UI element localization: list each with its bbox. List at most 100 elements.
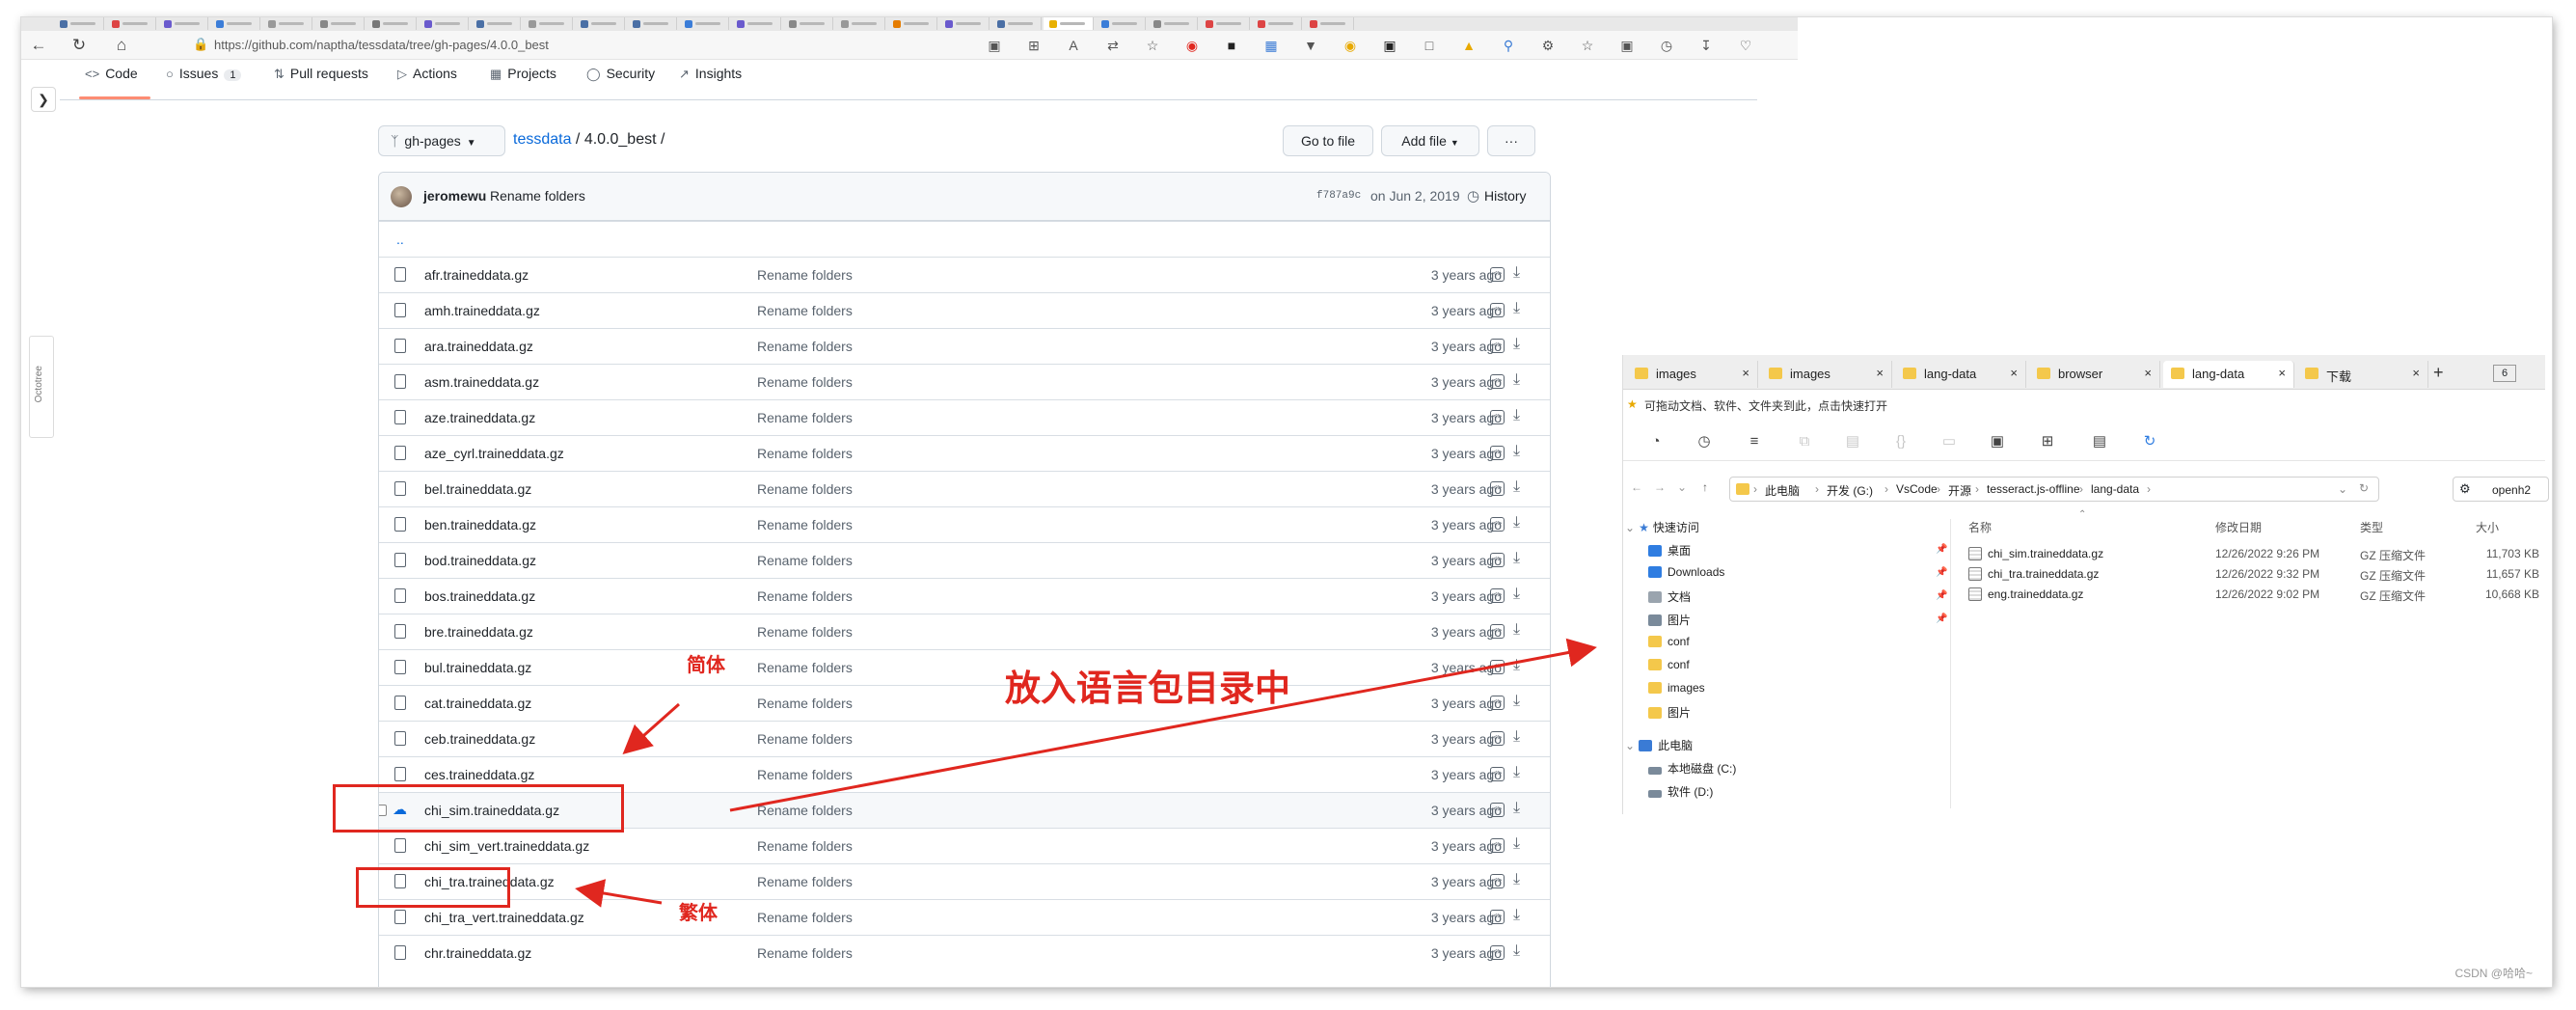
sort-icon: ⌃ [2078,509,2087,520]
chevron-right-icon: › [1937,482,1940,496]
rename-icon[interactable]: {} [1891,432,1911,451]
tab-count-badge[interactable]: 6 [2493,365,2516,382]
folder-icon [1769,368,1782,379]
explorer-tab[interactable]: browser × [2029,361,2160,388]
column-type[interactable]: 类型 [2360,519,2383,535]
folder-icon [1903,368,1916,379]
screenshot-canvas: ← ↻ ⌂ 🔒 https://github.com/naptha/tessda… [21,17,2552,987]
close-icon[interactable]: × [2144,366,2152,380]
folder-icon [1648,682,1662,694]
delete-icon[interactable]: ▭ [1939,432,1959,451]
star-icon: ★ [1627,397,1638,411]
path-crumb[interactable]: 此电脑 [1765,482,1800,499]
nav-item[interactable]: 图片 [1648,612,1691,628]
back-icon[interactable]: ← [1631,480,1642,494]
pin-icon[interactable]: 📌 [1936,590,1947,601]
explorer-tab[interactable]: images × [1627,361,1758,388]
explorer-search-field[interactable]: ⚙ openh2 [2453,477,2549,502]
up-icon[interactable]: ↑ [1702,480,1708,494]
chevron-right-icon: › [1885,482,1888,496]
folder-icon [1635,368,1648,379]
desktop-icon [1648,545,1662,557]
nav-item[interactable]: conf [1648,635,1690,648]
quick-access-hint: 可拖动文档、软件、文件夹到此，点击快速打开 [1644,399,1888,413]
path-crumb[interactable]: tesseract.js-offline [1987,482,2080,496]
search-icon: ⚙ [2459,481,2471,496]
copy-icon[interactable]: ⧉ [1795,432,1814,451]
explorer-nav-pane: ⌄ ★ 快速访问 桌面 📌 Downloads 📌 文档 📌 图片 📌 conf conf images… [1623,519,1951,808]
chevron-down-icon[interactable]: ⌄ [2338,482,2347,496]
folder-icon [2171,368,2184,379]
refresh-icon[interactable]: ↻ [2140,432,2159,451]
nav-item[interactable]: images [1648,681,1705,695]
chevron-right-icon: › [1753,482,1757,496]
chevron-right-icon: › [2079,482,2083,496]
nav-quick-access[interactable]: ⌄ ★ 快速访问 [1625,519,1699,535]
arrow-to-explorer [729,638,1597,812]
explorer-tab[interactable]: images × [1761,361,1892,388]
explorer-tab[interactable]: lang-data × [2163,361,2294,388]
explorer-address-row: ← → ⌄ ↑ 此电脑 › 开发 (G:) › VsCode › 开源 › tesseract.… [1623,473,2549,505]
column-name[interactable]: 名称 [1968,519,1992,535]
zip-file-icon [1968,547,1982,560]
folder-icon [1648,707,1662,719]
nav-item[interactable]: conf [1648,658,1690,671]
arrow-simplified [622,702,680,754]
watermark: CSDN @哈哈~ [2454,967,2533,980]
explorer-file-row[interactable]: chi_tra.traineddata.gz 12/26/2022 9:32 PM… [1955,564,2545,584]
close-icon[interactable]: × [1742,366,1749,380]
pin-icon[interactable]: 📌 [1936,567,1947,578]
explorer-file-row[interactable]: chi_sim.traineddata.gz 12/26/2022 9:26 PM… [1955,544,2545,563]
computer-icon [1639,740,1653,751]
chevron-down-icon[interactable]: ⌄ [1677,480,1687,494]
quick-access-hint-bar: ★ 可拖动文档、软件、文件夹到此，点击快速打开 [1623,392,2545,417]
clock-icon[interactable]: ◷ [1695,432,1714,451]
nav-item[interactable]: 图片 [1648,704,1691,721]
panel-icon[interactable]: ▤ [2090,432,2109,451]
nav-item[interactable]: 桌面 [1648,542,1691,559]
view-icon[interactable]: ≡ [1745,432,1764,451]
nav-this-pc[interactable]: ⌄ 此电脑 [1625,737,1693,753]
nav-drive-d[interactable]: 软件 (D:) [1648,783,1713,800]
path-crumb[interactable]: lang-data [2091,482,2139,496]
explorer-column-headers: 名称 ⌃ 修改日期 类型 大小 [1955,509,2545,538]
paste-icon[interactable]: ▤ [1843,432,1862,451]
nav-item[interactable]: 文档 [1648,588,1691,605]
drive-icon [1648,790,1662,798]
file-explorer-window: images × images × lang-data × browser × lang-dat… [1622,355,2549,814]
explorer-path-field[interactable]: 此电脑 › 开发 (G:) › VsCode › 开源 › tesseract.js-offli… [1729,477,2379,502]
refresh-icon[interactable]: ↻ [2359,481,2369,495]
pin-icon[interactable]: 📌 [1936,614,1947,624]
path-crumb[interactable]: VsCode [1896,482,1938,496]
chevron-right-icon: › [1815,482,1819,496]
new-icon[interactable]: ◔ [1646,432,1666,451]
path-crumb[interactable]: 开源 [1948,482,1971,499]
close-icon[interactable]: × [2010,366,2018,380]
chevron-right-icon: › [2147,482,2151,496]
close-icon[interactable]: × [1876,366,1884,380]
crop-icon[interactable]: ⊞ [2038,432,2057,451]
star-icon: ★ [1639,521,1649,534]
nav-drive-c[interactable]: 本地磁盘 (C:) [1648,760,1736,777]
archive-icon[interactable]: ▣ [1988,432,2007,451]
pin-icon[interactable]: 📌 [1936,544,1947,555]
folder-icon [1648,659,1662,670]
column-size[interactable]: 大小 [2476,519,2499,535]
explorer-tab[interactable]: 下载 × [2297,361,2428,388]
document-icon [1648,591,1662,603]
download-icon [1648,566,1662,578]
folder-icon [1648,636,1662,647]
column-date[interactable]: 修改日期 [2215,519,2262,535]
folder-icon [1736,483,1749,495]
explorer-tab-strip: images × images × lang-data × browser × lang-dat… [1623,355,2545,390]
explorer-file-row[interactable]: eng.traineddata.gz 12/26/2022 9:02 PM GZ 压… [1955,585,2545,604]
close-icon[interactable]: × [2412,366,2420,380]
explorer-tab[interactable]: lang-data × [1895,361,2026,388]
forward-icon[interactable]: → [1654,480,1666,494]
folder-icon [2037,368,2050,379]
new-tab-icon[interactable]: + [2433,363,2444,383]
path-crumb[interactable]: 开发 (G:) [1827,482,1873,499]
close-icon[interactable]: × [2278,366,2286,380]
zip-file-icon [1968,567,1982,581]
nav-item[interactable]: Downloads [1648,565,1724,579]
